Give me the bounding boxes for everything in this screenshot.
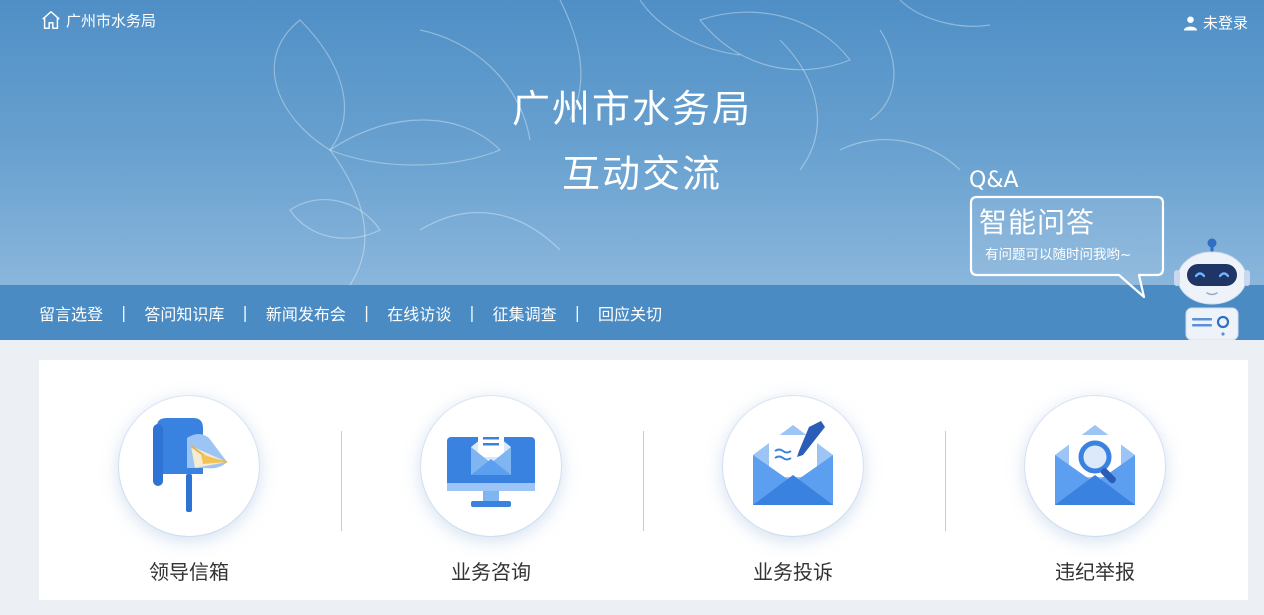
home-icon: [42, 11, 60, 29]
nav-separator: |: [242, 303, 248, 322]
nav-item-interview[interactable]: 在线访谈: [387, 301, 451, 325]
robot-icon[interactable]: [1170, 238, 1250, 340]
hero-title: 广州市水务局: [511, 87, 752, 131]
envelope-pen-icon: [753, 421, 833, 505]
nav-separator: |: [574, 303, 581, 322]
service-card-complaint[interactable]: 业务投诉: [643, 360, 943, 600]
service-label: 业务咨询: [451, 560, 531, 584]
nav-separator: |: [363, 303, 370, 322]
nav-item-message[interactable]: 留言选登: [39, 301, 103, 325]
qa-title: 智能问答: [979, 206, 1096, 239]
home-link[interactable]: 广州市水务局: [40, 9, 156, 31]
service-label: 业务投诉: [753, 560, 833, 584]
service-card-consult[interactable]: 业务咨询: [341, 360, 641, 600]
login-link[interactable]: 未登录: [1183, 12, 1248, 33]
service-label: 领导信箱: [149, 560, 229, 584]
qa-label: Q&A: [969, 168, 1019, 193]
service-card-leader-mailbox[interactable]: 领导信箱: [39, 360, 339, 600]
nav-item-knowledge[interactable]: 答问知识库: [144, 301, 224, 325]
home-label: 广州市水务局: [66, 11, 157, 30]
nav-item-survey[interactable]: 征集调查: [493, 301, 557, 325]
service-card-report[interactable]: 违纪举报: [945, 360, 1245, 600]
mailbox-icon: [153, 418, 228, 512]
nav-item-response[interactable]: 回应关切: [598, 301, 662, 325]
smart-qa-widget[interactable]: Q&A 智能问答 有问题可以随时问我哟~: [965, 168, 1255, 340]
qa-description: 有问题可以随时问我哟~: [985, 247, 1132, 263]
service-icon-circle: [119, 396, 259, 536]
nav-separator: |: [121, 303, 127, 322]
login-status-label: 未登录: [1202, 14, 1248, 32]
nav-item-press[interactable]: 新闻发布会: [266, 301, 346, 325]
user-icon: [1183, 15, 1198, 30]
service-label: 违纪举报: [1055, 560, 1135, 584]
services-panel: 领导信箱 业务咨询 业务投诉 违纪举报: [39, 360, 1248, 600]
nav-separator: |: [469, 303, 475, 322]
monitor-mail-icon: [447, 427, 535, 507]
service-icon-circle: [723, 396, 863, 536]
envelope-search-icon: [1055, 425, 1135, 505]
service-icon-circle: [1025, 396, 1165, 536]
service-icon-circle: [421, 396, 561, 536]
